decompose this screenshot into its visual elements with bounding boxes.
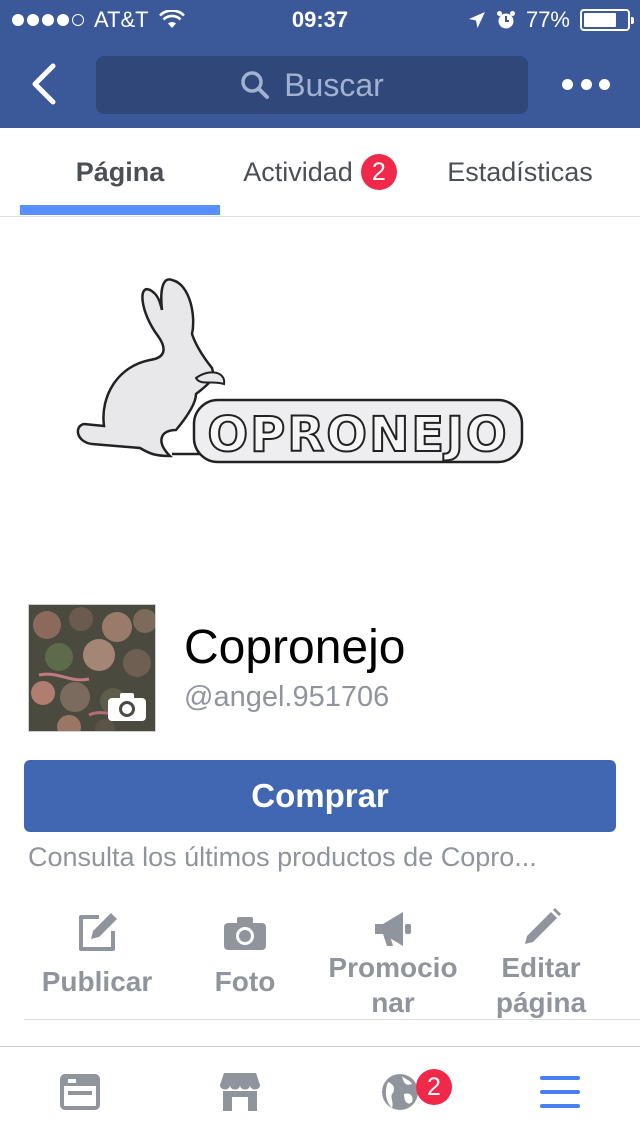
divider [24,1019,640,1020]
tab-news-feed[interactable] [0,1047,160,1136]
photo-button[interactable]: Foto [170,900,320,1018]
status-right: 77% [468,7,634,33]
notification-badge: 2 [360,154,397,190]
battery-level [584,13,617,27]
tab-menu[interactable] [480,1047,640,1136]
news-feed-icon [60,1074,100,1110]
navigation-row: Buscar [0,40,640,128]
tab-label: Página [75,156,165,187]
cover-photo[interactable]: OPRONEJO [0,218,640,588]
action-label: Editar página [495,952,587,1018]
page-username: @angel.951706 [184,681,390,713]
search-input[interactable]: Buscar [96,56,528,114]
action-label: Foto [214,966,276,997]
notifications-globe-icon [382,1074,418,1110]
change-photo-button[interactable] [107,691,147,723]
top-bar: AT&T 09:37 77% Buscar [0,0,640,128]
marketplace-icon [220,1073,260,1111]
publish-button[interactable]: Publicar [22,900,172,1018]
search-placeholder: Buscar [284,66,384,103]
active-tab-indicator [20,205,220,215]
megaphone-icon [375,912,411,946]
tab-estadisticas[interactable]: Estadísticas [420,128,620,216]
tab-actividad[interactable]: Actividad 2 [220,128,420,216]
menu-icon [540,1076,580,1108]
more-button[interactable] [562,70,610,98]
shop-description[interactable]: Consulta los últimos productos de Copro.… [28,842,618,873]
page-tabs: Página Actividad 2 Estadísticas [0,128,640,217]
status-bar: AT&T 09:37 77% [0,0,640,40]
pencil-icon [525,908,561,944]
profile-picture[interactable] [28,604,156,732]
page-title: Copronejo [184,621,406,674]
battery-icon [580,9,634,31]
tab-label: Estadísticas [447,156,593,187]
action-label: Publicar [41,966,153,997]
camera-icon [108,693,146,721]
battery-percent: 77% [525,7,570,32]
cover-logo-text: OPRONEJO [207,407,508,463]
back-button[interactable] [24,60,64,108]
tab-notifications[interactable]: 2 [320,1047,480,1136]
promote-button[interactable]: Promocio nar [318,900,468,1018]
edit-icon [79,913,117,951]
location-arrow-icon [468,12,485,28]
search-icon [241,71,270,99]
edit-page-button[interactable]: Editar página [466,900,616,1018]
bottom-tab-bar: 2 [0,1046,640,1136]
camera-icon [224,917,266,950]
buy-button[interactable]: Comprar [24,760,616,832]
page-actions: Publicar Foto Promocio nar Editar página [0,900,640,1018]
tab-label: Actividad [243,156,353,187]
chevron-left-icon [32,63,56,105]
tab-pagina[interactable]: Página [20,128,220,216]
action-label: Promocio nar [328,952,458,1018]
tab-marketplace[interactable] [160,1047,320,1136]
alarm-icon [496,11,515,29]
copronejo-logo: OPRONEJO [76,278,524,464]
more-icon [562,78,573,90]
notification-badge: 2 [416,1069,452,1105]
